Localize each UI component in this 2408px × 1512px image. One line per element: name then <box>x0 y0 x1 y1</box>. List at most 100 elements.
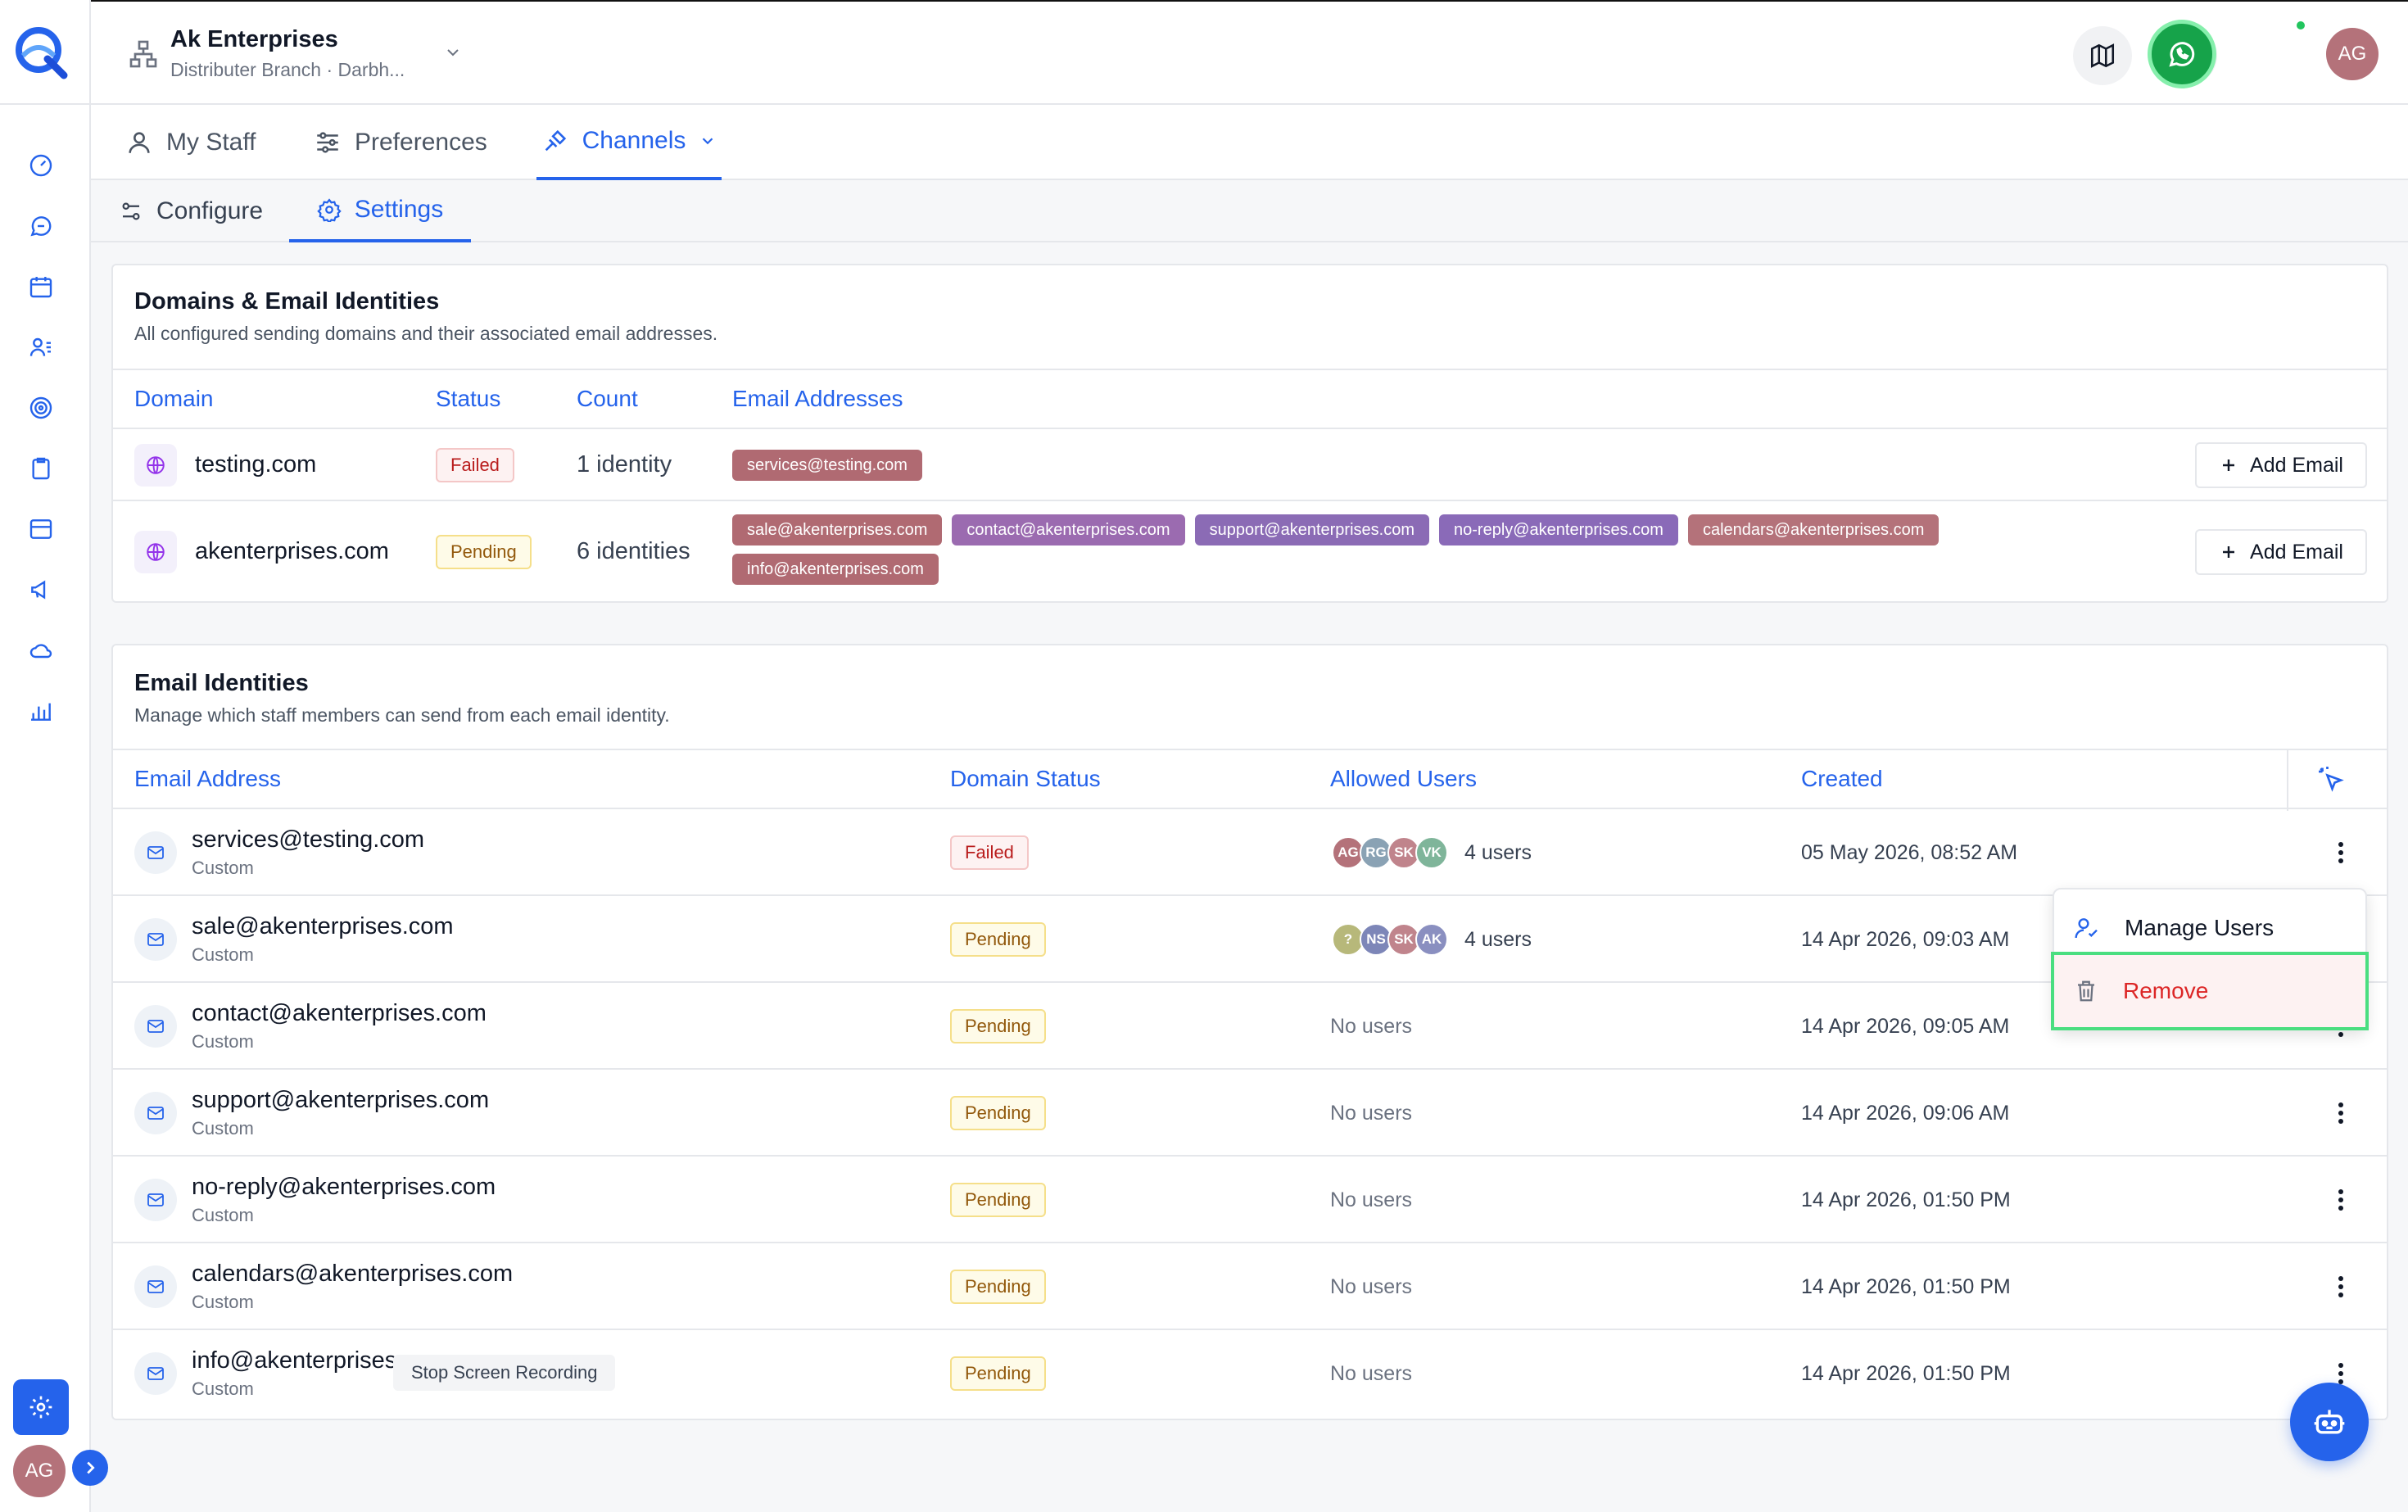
card-description: All configured sending domains and their… <box>134 323 718 344</box>
domain-name: testing.com <box>195 451 317 478</box>
email-chip[interactable]: services@testing.com <box>732 450 922 481</box>
column-header[interactable]: Domain Status <box>950 750 1101 808</box>
allowed-users[interactable]: AG RG SK VK 4 users <box>1332 836 1532 869</box>
more-actions-icon[interactable] <box>2324 1270 2357 1303</box>
mail-icon <box>134 1005 177 1048</box>
plug-icon <box>545 129 566 152</box>
chat-icon[interactable] <box>23 208 59 244</box>
tab-label: Preferences <box>355 129 487 156</box>
dashboard-icon[interactable] <box>23 147 59 183</box>
target-icon[interactable] <box>23 390 59 426</box>
email-type: Custom <box>192 858 254 878</box>
cursor-click-icon <box>2319 767 2344 792</box>
add-email-button[interactable]: Add Email <box>2195 529 2367 575</box>
tab-label: Channels <box>582 127 686 154</box>
add-email-button[interactable]: Add Email <box>2195 442 2367 488</box>
email-chip[interactable]: no-reply@akenterprises.com <box>1439 514 1678 545</box>
email-chip[interactable]: contact@akenterprises.com <box>952 514 1185 545</box>
column-header[interactable]: Created <box>1801 750 1883 808</box>
gear-icon <box>317 198 342 222</box>
status-badge: Failed <box>950 835 1029 870</box>
created-date: 14 Apr 2026, 09:05 AM <box>1801 1015 2010 1038</box>
map-button[interactable] <box>2073 26 2132 85</box>
table-row[interactable]: sale@akenterprises.com Custom Pending? NS SK… <box>113 896 2387 983</box>
created-date: 14 Apr 2026, 01:50 PM <box>1801 1188 2011 1211</box>
assistant-bot-button[interactable] <box>2290 1383 2369 1461</box>
menu-item-label: Manage Users <box>2125 915 2274 940</box>
email-chip[interactable]: support@akenterprises.com <box>1194 514 1429 545</box>
no-users-label: No users <box>1330 1015 1413 1038</box>
card-title: Domains & Email Identities <box>134 288 440 315</box>
org-name[interactable]: Ak Enterprises <box>170 26 338 53</box>
identity-count: 6 identities <box>577 538 690 564</box>
email-chip[interactable]: calendars@akenterprises.com <box>1687 514 1940 545</box>
status-badge: Pending <box>950 1270 1046 1304</box>
megaphone-icon[interactable] <box>23 572 59 608</box>
more-actions-icon[interactable] <box>2324 1097 2357 1129</box>
column-settings-button[interactable] <box>2316 750 2346 808</box>
created-date: 14 Apr 2026, 01:50 PM <box>1801 1362 2011 1385</box>
column-header[interactable]: Count <box>577 370 638 428</box>
whatsapp-button[interactable] <box>2148 20 2216 88</box>
domain-name: akenterprises.com <box>195 538 389 564</box>
status-badge: Failed <box>436 448 514 482</box>
user-check-icon <box>2075 918 2098 939</box>
inbox-icon[interactable] <box>23 511 59 547</box>
more-actions-icon[interactable] <box>2324 1184 2357 1216</box>
email-type: Custom <box>192 1031 254 1052</box>
manage-users-menu-item[interactable]: Manage Users <box>2054 896 2365 960</box>
status-badge: Pending <box>950 1356 1046 1391</box>
user-avatar: VK <box>1415 836 1448 869</box>
header-avatar[interactable]: AG <box>2326 28 2379 80</box>
table-row[interactable]: contact@akenterprises.com Custom Pending No… <box>113 983 2387 1070</box>
allowed-users[interactable]: ? NS SK AK 4 users <box>1332 923 1532 956</box>
primary-tabs: My Staff Preferences Channels <box>91 105 2408 180</box>
expand-sidebar-button[interactable] <box>72 1450 108 1486</box>
created-date: 05 May 2026, 08:52 AM <box>1801 841 2018 864</box>
table-row[interactable]: calendars@akenterprises.com Custom Pending… <box>113 1243 2387 1330</box>
more-actions-icon[interactable] <box>2324 836 2357 869</box>
trash-icon <box>2078 980 2094 1002</box>
tab-configure[interactable]: Configure <box>119 180 263 242</box>
status-badge: Pending <box>950 922 1046 957</box>
plus-icon <box>2223 546 2235 558</box>
column-header[interactable]: Email Address <box>134 750 281 808</box>
cloud-icon[interactable] <box>23 632 59 668</box>
column-header[interactable]: Status <box>436 370 500 428</box>
mail-icon <box>134 1352 177 1395</box>
screen-recording-tooltip[interactable]: Stop Screen Recording <box>393 1355 616 1391</box>
row-action-menu: Manage Users Remove <box>2051 888 2369 1030</box>
bar-chart-icon[interactable] <box>23 693 59 729</box>
tab-settings[interactable]: Settings <box>289 180 471 242</box>
email-chip[interactable]: info@akenterprises.com <box>732 554 939 585</box>
remove-menu-item[interactable]: Remove <box>2051 952 2369 1030</box>
users-count: 4 users <box>1464 840 1532 864</box>
column-header[interactable]: Email Addresses <box>732 370 903 428</box>
app-logo-icon[interactable] <box>11 23 69 80</box>
robot-icon <box>2314 1410 2345 1434</box>
secondary-tabs: Configure Settings <box>91 180 2408 242</box>
created-date: 14 Apr 2026, 09:06 AM <box>1801 1102 2010 1125</box>
branch-icon <box>127 38 160 70</box>
column-header[interactable]: Allowed Users <box>1330 750 1477 808</box>
email-address: no-reply@akenterprises.com <box>192 1174 496 1200</box>
tab-channels[interactable]: Channels <box>536 105 722 180</box>
chevron-down-icon[interactable] <box>443 43 463 62</box>
button-label: Add Email <box>2250 453 2343 477</box>
contacts-icon[interactable] <box>23 329 59 365</box>
sidebar: AG <box>0 0 108 1512</box>
table-row: akenterprises.com Pending 6 identities sale… <box>113 501 2387 603</box>
table-row[interactable]: support@akenterprises.com Custom Pending No… <box>113 1070 2387 1157</box>
table-row[interactable]: no-reply@akenterprises.com Custom Pending N… <box>113 1157 2387 1243</box>
calendar-icon[interactable] <box>23 269 59 305</box>
tab-preferences[interactable]: Preferences <box>314 105 487 180</box>
table-row[interactable]: services@testing.com Custom Failed AG RG SK VK… <box>113 809 2387 896</box>
column-header[interactable]: Domain <box>134 370 213 428</box>
settings-nav-button[interactable] <box>13 1379 69 1435</box>
tab-my-staff[interactable]: My Staff <box>125 105 256 180</box>
email-chip[interactable]: sale@akenterprises.com <box>732 514 943 545</box>
table-header: Email Address Domain Status Allowed User… <box>113 749 2387 811</box>
tab-label: My Staff <box>166 129 256 156</box>
user-avatar[interactable]: AG <box>13 1445 66 1497</box>
clipboard-icon[interactable] <box>23 450 59 487</box>
